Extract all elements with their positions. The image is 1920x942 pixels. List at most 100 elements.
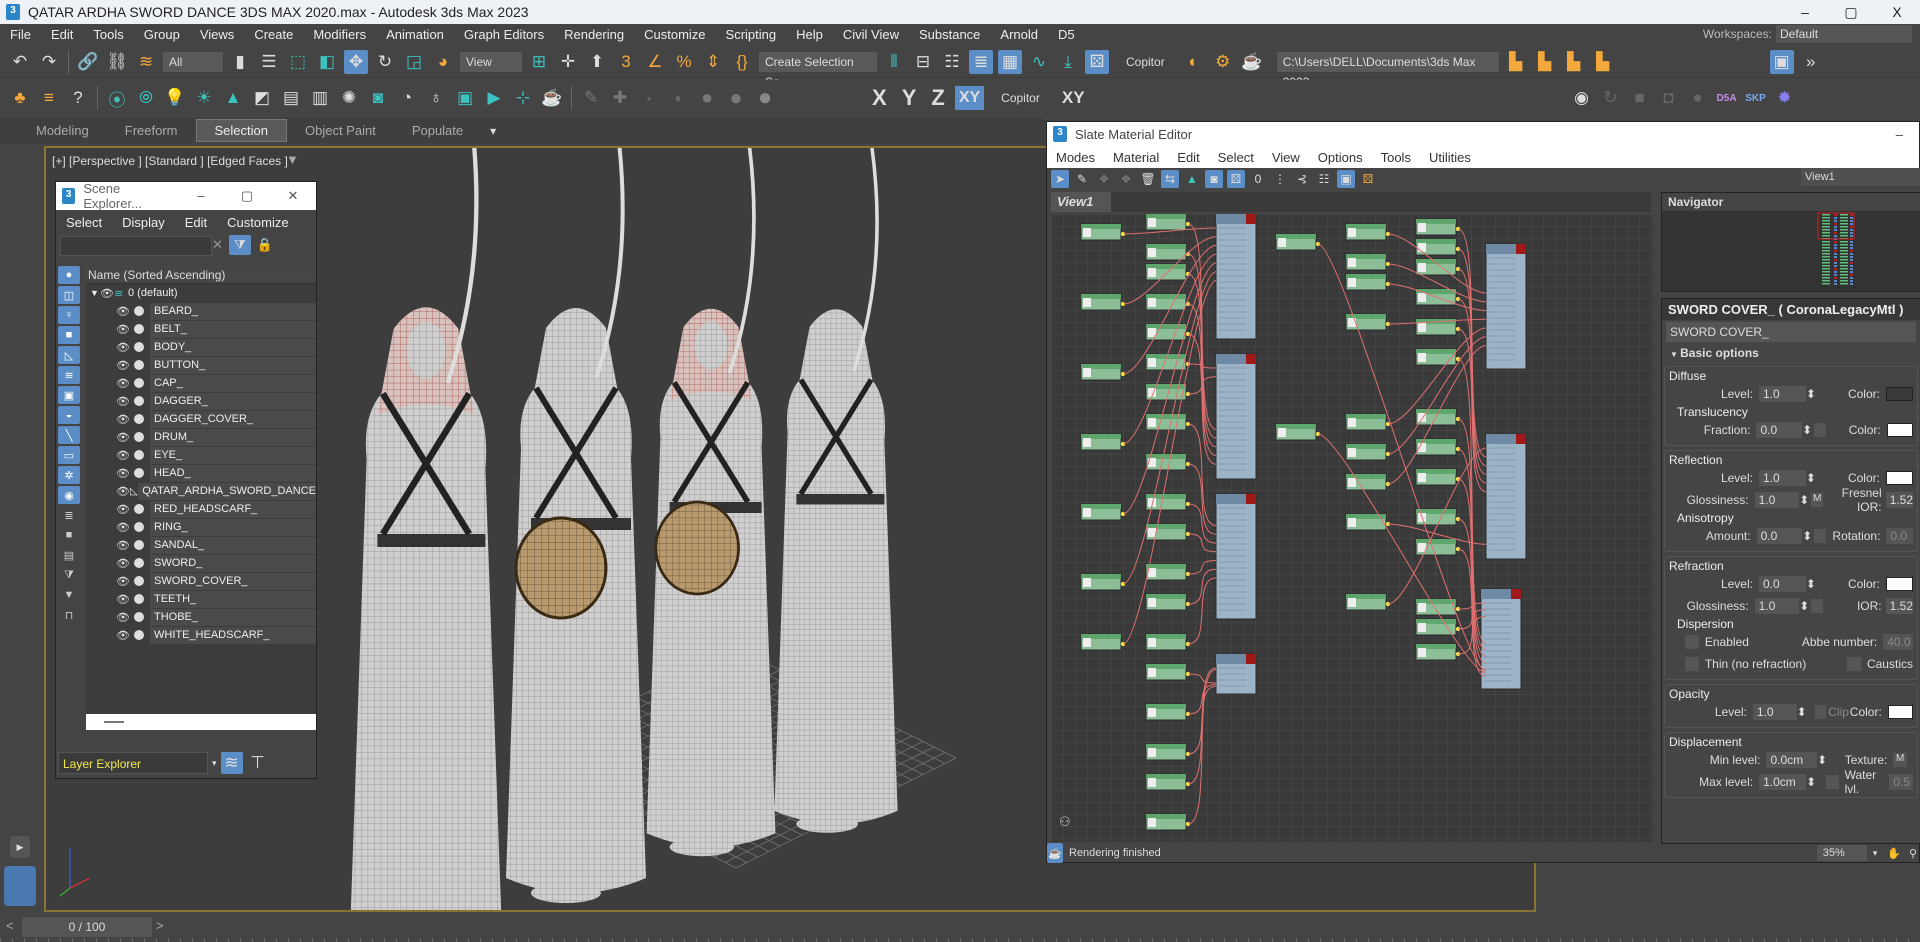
horizontal-scrollbar[interactable] <box>86 714 316 730</box>
proxy-icon[interactable]: ◩ <box>250 86 274 110</box>
visibility-icon[interactable]: 👁 <box>116 377 130 390</box>
cameras-filter-icon[interactable]: ■ <box>58 326 80 344</box>
notes-icon[interactable]: ≡ <box>37 86 61 110</box>
teapot-icon[interactable]: ☕ <box>540 86 564 110</box>
zoom-dropdown[interactable]: 35% <box>1816 845 1867 861</box>
brush-size-1-icon[interactable]: ● <box>637 86 661 110</box>
list-item[interactable]: 👁 SWORD_ <box>86 554 316 572</box>
menu-edit[interactable]: Edit <box>1168 150 1208 165</box>
opacity-color-swatch[interactable] <box>1887 705 1913 719</box>
menu-options[interactable]: Options <box>1309 150 1372 165</box>
amount-spinner[interactable]: 0.0 <box>1756 528 1803 544</box>
clip-checkbox[interactable] <box>1814 705 1827 719</box>
menu-utilities[interactable]: Utilities <box>1420 150 1480 165</box>
minimize-button[interactable]: – <box>1782 0 1828 24</box>
help-icon[interactable]: ? <box>66 86 90 110</box>
expand-icon[interactable]: ▼ <box>86 288 100 298</box>
menu-animation[interactable]: Animation <box>376 27 454 42</box>
edit-named-sets-icon[interactable]: {} <box>730 50 754 74</box>
xrefs-filter-icon[interactable]: ◒ <box>58 406 80 424</box>
list-item[interactable]: 👁 BUTTON_ <box>86 356 316 374</box>
zoom-arrow-icon[interactable]: ▾ <box>1867 848 1884 859</box>
select-tool-icon[interactable]: ➤ <box>1051 170 1069 188</box>
window-crossing-icon[interactable]: ◧ <box>315 50 339 74</box>
parameter-editor-icon[interactable]: ▣ <box>1337 170 1355 188</box>
hidden-filter-icon[interactable]: ◉ <box>58 486 80 504</box>
close-button[interactable]: X <box>1874 0 1920 24</box>
bind-space-warp-icon[interactable]: ≋ <box>134 50 158 74</box>
menu-scripting[interactable]: Scripting <box>716 27 787 42</box>
material-map-browser-icon[interactable]: ☷ <box>1315 170 1333 188</box>
fur-icon[interactable]: ✺ <box>337 86 361 110</box>
list-item[interactable]: 👁 SANDAL_ <box>86 536 316 554</box>
rect-selection-icon[interactable]: ⬚ <box>286 50 310 74</box>
visibility-icon[interactable]: 👁 <box>116 449 130 462</box>
filter-icon-2[interactable]: ▼ <box>58 586 80 604</box>
open-folder-icon[interactable]: ▙ <box>1533 50 1557 74</box>
material-icon[interactable]: ◙ <box>366 86 390 110</box>
list-item[interactable]: 👁 BELT_ <box>86 320 316 338</box>
select-by-name-icon[interactable]: ☰ <box>257 50 281 74</box>
pivot-icon[interactable]: ⊞ <box>527 50 551 74</box>
bones-filter-icon[interactable]: ╲ <box>58 426 80 444</box>
render-frame-icon[interactable]: ⚙ <box>1211 50 1235 74</box>
list-item[interactable]: 👁 RED_HEADSCARF_ <box>86 500 316 518</box>
diffuse-level-spinner[interactable]: 1.0 <box>1758 386 1806 402</box>
visibility-icon[interactable]: 👁 <box>116 611 130 624</box>
timeline-next-button[interactable]: > <box>156 918 164 933</box>
menu-arnold[interactable]: Arnold <box>990 27 1048 42</box>
column-header[interactable]: Name (Sorted Ascending) <box>86 266 316 284</box>
menu-d5[interactable]: D5 <box>1048 27 1085 42</box>
eyedropper-icon[interactable]: ✎ <box>1073 170 1091 188</box>
xy-snap-button[interactable]: XY <box>1057 88 1090 108</box>
ior-field[interactable]: 1.52 <box>1885 598 1913 614</box>
menu-material[interactable]: Material <box>1104 150 1168 165</box>
layer-row[interactable]: ▼ 👁 ≋ 0 (default) <box>86 284 316 302</box>
timeline-prev-button[interactable]: < <box>6 918 14 933</box>
axis-x-button[interactable]: X <box>867 85 892 111</box>
lights-filter-icon[interactable]: ♀ <box>58 306 80 324</box>
render-production-icon[interactable]: ☕ <box>1240 50 1264 74</box>
view-name-field[interactable]: View1 <box>1801 168 1920 186</box>
brush-size-5-icon[interactable]: ● <box>753 84 777 111</box>
menu-create[interactable]: Create <box>244 27 303 42</box>
select-by-material-icon[interactable]: ⚄ <box>1359 170 1377 188</box>
list-item[interactable]: 👁 BEARD_ <box>86 302 316 320</box>
scene-explorer-icon[interactable]: ☷ <box>940 50 964 74</box>
menu-edit[interactable]: Edit <box>41 27 83 42</box>
visibility-icon[interactable]: 👁 <box>116 467 130 480</box>
time-slider[interactable]: 0 / 100 <box>22 917 152 937</box>
menu-tools[interactable]: Tools <box>83 27 133 42</box>
explorer-type-dropdown[interactable]: Layer Explorer <box>58 752 208 774</box>
refraction-gloss-map-button[interactable] <box>1811 599 1824 613</box>
link-icon[interactable]: 🔗 <box>76 50 100 74</box>
menu-file[interactable]: File <box>0 27 41 42</box>
tab-populate[interactable]: Populate <box>394 120 481 141</box>
dispersion-enabled-checkbox[interactable] <box>1685 635 1699 649</box>
menu-modifiers[interactable]: Modifiers <box>303 27 376 42</box>
menu-views[interactable]: Views <box>190 27 244 42</box>
refraction-gloss-spinner[interactable]: 1.0 <box>1754 598 1800 614</box>
material-name-field[interactable]: SWORD COVER_ <box>1666 322 1916 342</box>
thin-checkbox[interactable] <box>1685 657 1699 671</box>
visibility-icon[interactable]: 👁 <box>116 305 130 318</box>
visibility-icon[interactable]: 👁 <box>116 521 130 534</box>
put-to-scene-icon[interactable]: ❖ <box>1117 170 1135 188</box>
visibility-icon[interactable]: 👁 <box>116 431 130 444</box>
project-folder-icon[interactable]: ▙ <box>1504 50 1528 74</box>
mirror-icon[interactable]: ⫴ <box>882 50 906 74</box>
workspaces-dropdown[interactable]: Default <box>1776 25 1912 43</box>
list-item[interactable]: 👁 WHITE_HEADSCARF_ <box>86 626 316 644</box>
gloss-map-button[interactable]: M <box>1811 493 1824 507</box>
refraction-level-spinner[interactable]: 0.0 <box>1758 576 1806 592</box>
reflection-level-spinner[interactable]: 1.0 <box>1758 470 1806 486</box>
viewport-layout-button[interactable] <box>4 866 36 906</box>
visibility-icon[interactable]: 👁 <box>116 359 130 372</box>
tab-freeform[interactable]: Freeform <box>107 120 196 141</box>
tab-view1[interactable]: View1 <box>1051 192 1111 212</box>
list-item[interactable]: 👁 CAP_ <box>86 374 316 392</box>
scene-explorer-titlebar[interactable]: 3 Scene Explorer... – ▢ ✕ <box>56 181 316 211</box>
undo-icon[interactable]: ↶ <box>8 50 32 74</box>
axis-xy-button[interactable]: XY <box>954 86 985 110</box>
filter-settings-icon[interactable]: ⧩ <box>58 566 80 584</box>
